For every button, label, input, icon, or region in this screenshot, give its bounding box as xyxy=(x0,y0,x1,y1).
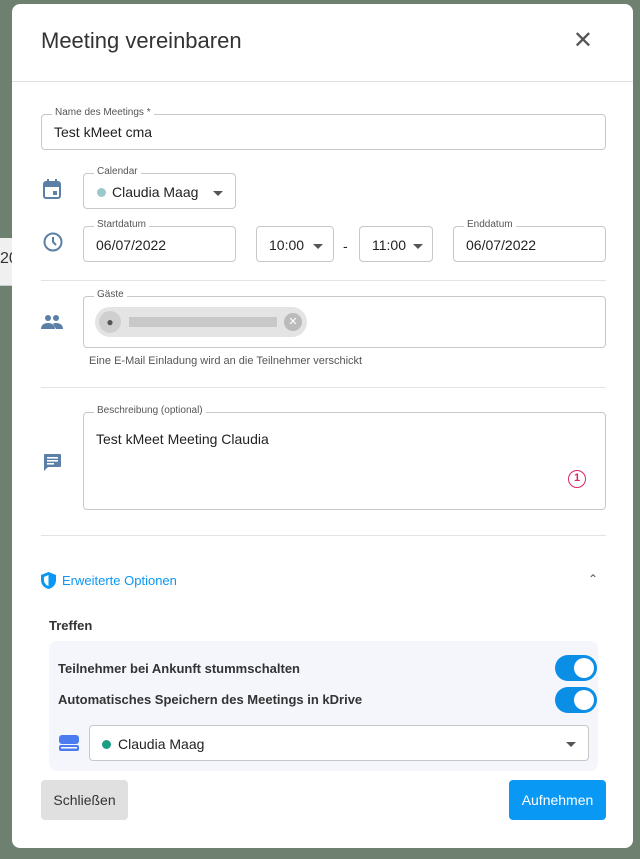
meeting-dialog: Meeting vereinbaren ✕ Name des Meetings … xyxy=(12,4,633,848)
guests-input[interactable]: Gäste ● ✕ xyxy=(83,289,606,348)
calendar-color-dot xyxy=(97,188,106,197)
guest-email-redacted xyxy=(129,317,277,327)
divider xyxy=(41,280,606,281)
start-time-select[interactable]: 10:00 xyxy=(256,226,334,262)
clock-icon xyxy=(43,232,63,252)
divider xyxy=(41,387,606,388)
chevron-down-icon xyxy=(313,244,323,249)
chevron-up-icon: ⌃ xyxy=(587,572,598,586)
end-date-label: Enddatum xyxy=(464,219,516,230)
shield-icon xyxy=(41,572,56,589)
calendar-value: Claudia Maag xyxy=(112,184,199,200)
chevron-down-icon xyxy=(213,191,223,196)
drive-color-dot xyxy=(102,740,111,749)
drive-value: Claudia Maag xyxy=(118,736,205,752)
start-date-label: Startdatum xyxy=(94,219,149,230)
meeting-options-panel: Teilnehmer bei Ankunft stummschalten Aut… xyxy=(49,641,598,771)
start-date-input[interactable]: Startdatum 06/07/2022 xyxy=(83,219,236,262)
drive-select[interactable]: Claudia Maag xyxy=(89,725,589,761)
calendar-label: Calendar xyxy=(94,166,141,177)
meeting-name-label: Name des Meetings * xyxy=(52,107,154,118)
dialog-title: Meeting vereinbaren xyxy=(41,28,242,53)
description-value: Test kMeet Meeting Claudia xyxy=(96,431,269,447)
meeting-name-input[interactable]: Name des Meetings * Test kMeet cma xyxy=(41,107,606,150)
section-title: Treffen xyxy=(49,618,93,633)
grammar-badge[interactable]: 1 xyxy=(568,470,586,488)
submit-button[interactable]: Aufnehmen xyxy=(509,780,606,820)
chevron-down-icon xyxy=(566,742,576,747)
drive-icon xyxy=(59,735,79,751)
close-icon[interactable]: ✕ xyxy=(573,29,593,53)
guests-label: Gäste xyxy=(94,289,127,300)
toggle-label-autosave: Automatisches Speichern des Meetings in … xyxy=(58,692,363,707)
autosave-toggle[interactable] xyxy=(555,687,597,713)
calendar-icon xyxy=(43,179,61,199)
meeting-name-value: Test kMeet cma xyxy=(54,124,153,140)
end-time-value: 11:00 xyxy=(372,237,406,253)
end-date-value: 06/07/2022 xyxy=(466,237,537,253)
advanced-options-toggle[interactable]: Erweiterte Optionen ⌃ xyxy=(41,570,606,592)
end-time-select[interactable]: 11:00 xyxy=(359,226,433,262)
guests-hint: Eine E-Mail Einladung wird an die Teilne… xyxy=(89,355,363,367)
description-textarea[interactable]: Beschreibung (optional) Test kMeet Meeti… xyxy=(83,405,606,510)
chevron-down-icon xyxy=(413,244,423,249)
advanced-options-label: Erweiterte Optionen xyxy=(62,573,177,588)
start-time-value: 10:00 xyxy=(269,237,305,253)
person-icon: ● xyxy=(99,311,121,333)
close-button[interactable]: Schließen xyxy=(41,780,128,820)
end-date-input[interactable]: Enddatum 06/07/2022 xyxy=(453,219,606,262)
comment-icon xyxy=(44,454,61,471)
guest-chip[interactable]: ● ✕ xyxy=(95,307,307,337)
mute-toggle[interactable] xyxy=(555,655,597,681)
calendar-select[interactable]: Calendar Claudia Maag xyxy=(83,166,236,209)
start-date-value: 06/07/2022 xyxy=(96,237,167,253)
people-icon xyxy=(41,315,63,329)
description-label: Beschreibung (optional) xyxy=(94,405,206,416)
divider xyxy=(41,535,606,536)
dialog-header: Meeting vereinbaren ✕ xyxy=(12,4,633,82)
remove-guest-icon[interactable]: ✕ xyxy=(284,313,302,331)
time-separator: - xyxy=(343,238,348,254)
toggle-label-mute: Teilnehmer bei Ankunft stummschalten xyxy=(58,661,300,676)
